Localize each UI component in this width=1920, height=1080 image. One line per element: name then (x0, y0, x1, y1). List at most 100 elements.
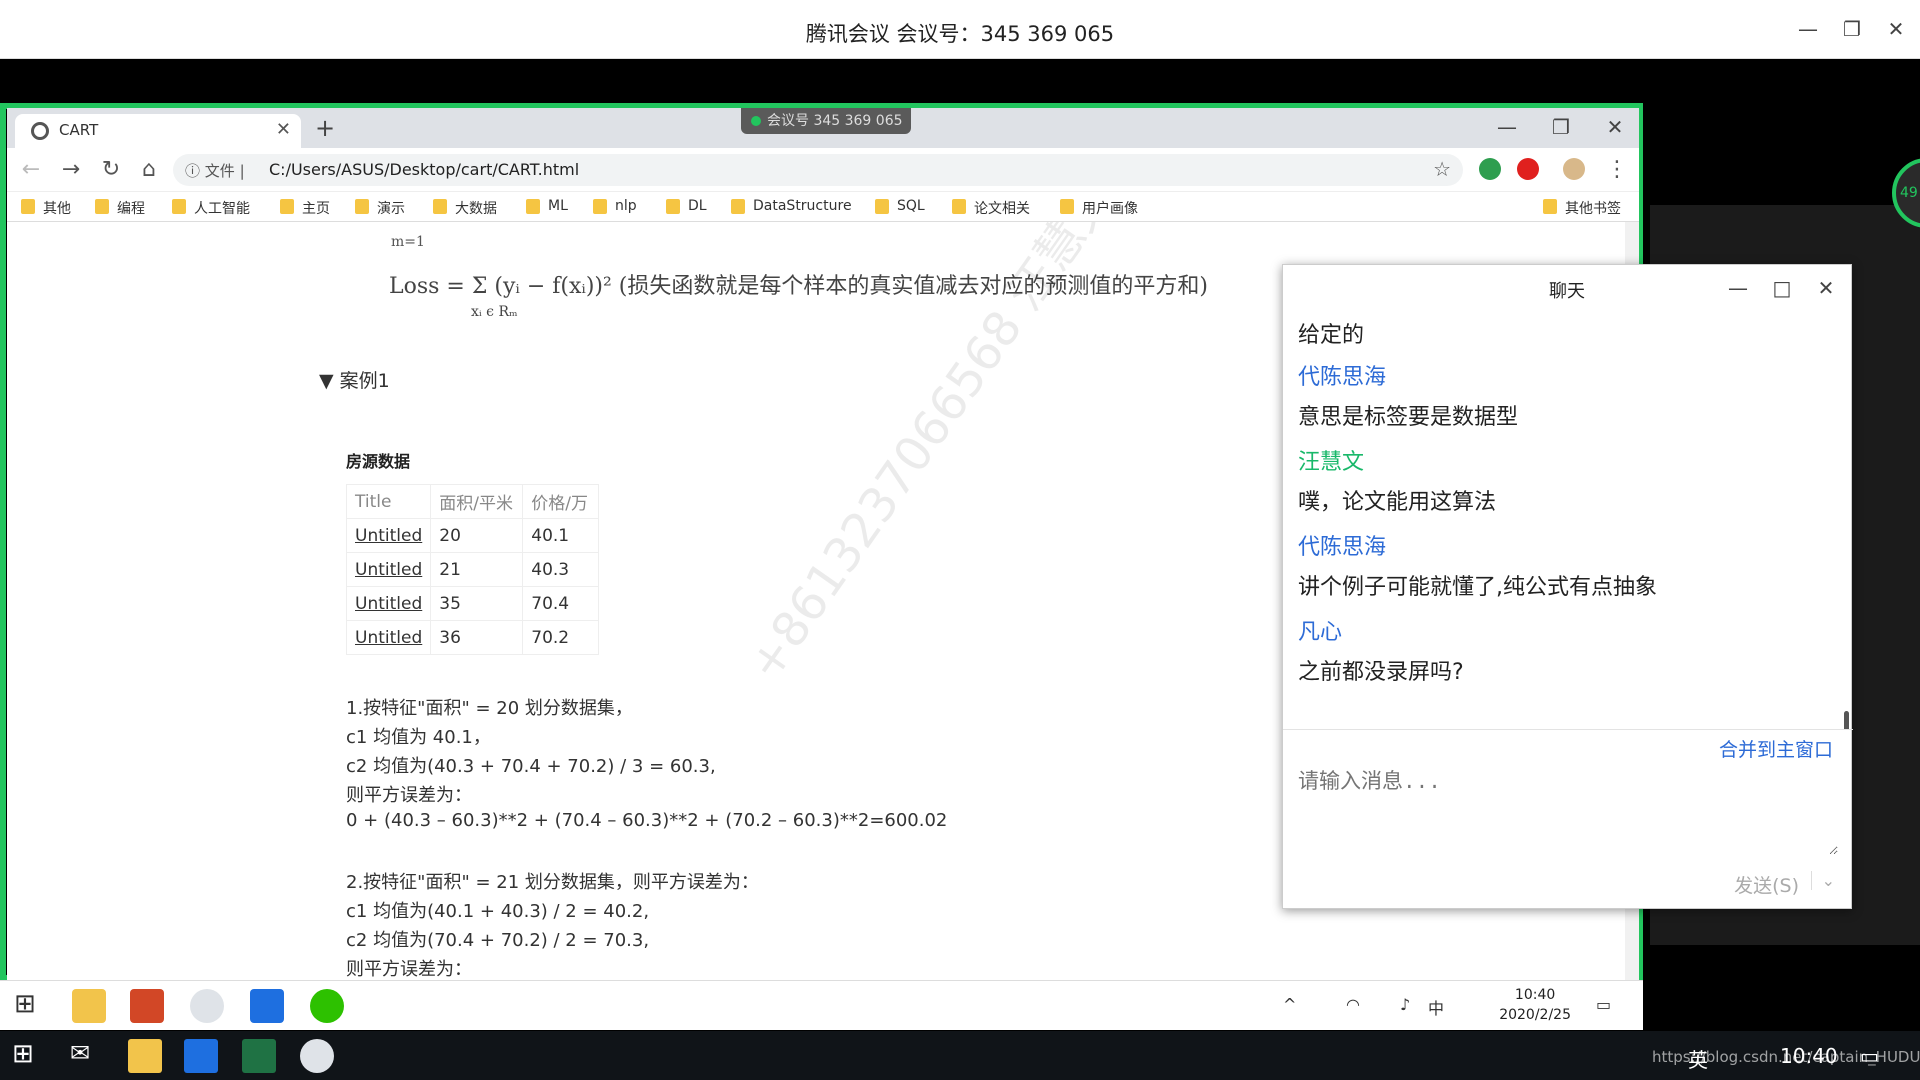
chat-sender: 凡心 (1298, 620, 1343, 645)
avatar[interactable] (1563, 158, 1585, 180)
chat-minimize-icon[interactable]: — (1723, 273, 1753, 303)
chat-close-icon[interactable]: ✕ (1811, 273, 1841, 303)
home-icon[interactable]: ⌂ (135, 156, 163, 184)
bookmark-item[interactable]: ML (526, 198, 568, 214)
meeting-title-bar: 腾讯会议 会议号：345 369 065 — ❐ ✕ (0, 0, 1920, 59)
mail-icon[interactable]: ✉ (70, 1039, 104, 1073)
minimize-icon[interactable]: — (1790, 14, 1826, 44)
column-header: 价格/万 (522, 484, 600, 519)
merge-to-main-link[interactable]: 合并到主窗口 (1719, 735, 1833, 762)
loss-formula-subscript: xᵢ ϵ Rₘ (471, 304, 518, 320)
bookmark-item[interactable]: 人工智能 (172, 198, 250, 218)
browser-minimize-icon[interactable]: — (1487, 112, 1527, 142)
triangle-down-icon: ▼ (319, 370, 334, 392)
chrome-icon[interactable] (300, 1039, 334, 1073)
volume-icon[interactable]: ♪ (1400, 995, 1410, 1014)
file-explorer-icon[interactable] (128, 1039, 162, 1073)
send-button[interactable]: 发送(S) (1734, 871, 1799, 898)
browser-close-icon[interactable]: ✕ (1595, 112, 1635, 142)
case-title: 案例1 (339, 370, 390, 392)
table-cell: 70.4 (522, 586, 600, 621)
browser-restore-icon[interactable]: ❐ (1541, 112, 1581, 142)
loss-formula: Loss = Σ (yᵢ − f(xᵢ))² (损失函数就是每个样本的真实值减去… (389, 268, 1208, 320)
row-title-link[interactable]: Untitled (345, 518, 432, 553)
calc-line: c2 均值为(70.4 + 70.2) / 2 = 70.3, (346, 930, 650, 951)
powerpoint-icon[interactable] (130, 989, 164, 1023)
calc-line: 2.按特征"面积" = 21 划分数据集，则平方误差为： (346, 872, 759, 893)
close-tab-icon[interactable]: ✕ (276, 119, 291, 140)
globe-icon (31, 122, 49, 140)
calc-line: 1.按特征"面积" = 20 划分数据集， (346, 698, 633, 719)
restore-icon[interactable]: ❐ (1834, 14, 1870, 44)
excel-icon[interactable] (242, 1039, 276, 1073)
formula-top-subscript: m=1 (391, 234, 425, 250)
calc-line: 则平方误差为： (346, 959, 472, 980)
address-bar[interactable]: ⓘ 文件 | C:/Users/ASUS/Desktop/cart/CART.h… (173, 154, 1463, 186)
bookmark-item[interactable]: 编程 (95, 198, 145, 218)
chat-window: 聊天 — □ ✕ 给定的 代陈思海 意思是标签要是数据型 汪慧文 噗，论文能用这… (1282, 264, 1853, 909)
chat-title: 聊天 (1549, 281, 1585, 302)
calc-line: 0 + (40.3 – 60.3)**2 + (70.4 – 60.3)**2 … (346, 810, 948, 831)
row-title-link[interactable]: Untitled (345, 620, 432, 655)
calc-line: 则平方误差为： (346, 785, 472, 806)
chat-message: 噗，论文能用这算法 (1298, 490, 1497, 515)
chat-sender: 汪慧文 (1298, 450, 1365, 475)
chrome-icon[interactable] (190, 989, 224, 1023)
table-row: Untitled 21 40.3 (345, 552, 600, 587)
row-title-link[interactable]: Untitled (345, 552, 432, 587)
bookmark-star-icon[interactable]: ☆ (1433, 157, 1451, 181)
evernote-icon[interactable] (1479, 158, 1501, 180)
bookmark-item[interactable]: 演示 (355, 198, 405, 218)
bookmark-item[interactable]: 用户画像 (1060, 198, 1138, 218)
windows-start-icon[interactable]: ⊞ (12, 1039, 46, 1073)
wechat-icon[interactable] (310, 989, 344, 1023)
back-icon[interactable]: ← (17, 156, 45, 184)
chat-sender: 代陈思海 (1298, 365, 1387, 390)
tencent-meeting-icon[interactable] (250, 989, 284, 1023)
tab-title: CART (59, 121, 99, 139)
table-row: Untitled 35 70.4 (345, 586, 600, 621)
tab-cart[interactable]: CART ✕ (15, 114, 301, 148)
bookmark-item[interactable]: nlp (593, 198, 637, 214)
windows-start-icon[interactable]: ⊞ (14, 989, 48, 1023)
adblock-icon[interactable] (1517, 158, 1539, 180)
bookmark-item[interactable]: 主页 (280, 198, 330, 218)
meeting-pill-label: 会议号 345 369 065 (767, 113, 903, 129)
calc-line: c1 均值为(40.1 + 40.3) / 2 = 40.2, (346, 901, 650, 922)
bookmark-item[interactable]: DL (666, 198, 707, 214)
chat-scrollbar[interactable] (1844, 711, 1849, 729)
wifi-icon[interactable]: ◠ (1346, 995, 1360, 1014)
file-explorer-icon[interactable] (72, 989, 106, 1023)
tencent-meeting-icon[interactable] (184, 1039, 218, 1073)
info-icon[interactable]: ⓘ 文件 | (185, 160, 245, 181)
windows-taskbar: ⊞ ✉ 英 10:40 ▭ (0, 1031, 1920, 1080)
bookmark-item[interactable]: SQL (875, 198, 925, 214)
chat-maximize-icon[interactable]: □ (1767, 273, 1797, 303)
reload-icon[interactable]: ↻ (97, 156, 125, 184)
url-scheme: 文件 (204, 162, 235, 180)
chat-input[interactable] (1298, 765, 1838, 855)
chevron-down-icon[interactable]: ⌄ (1810, 871, 1835, 890)
bookmark-item[interactable]: DataStructure (731, 198, 852, 214)
close-icon[interactable]: ✕ (1878, 14, 1914, 44)
meeting-pill[interactable]: 会议号 345 369 065 (741, 108, 911, 134)
case-toggle[interactable]: ▼ 案例1 (319, 366, 390, 393)
table-cell: 20 (430, 518, 524, 553)
bookmark-item[interactable]: 大数据 (433, 198, 497, 218)
shared-clock[interactable]: 10:40 2020/2/25 (1499, 985, 1571, 1025)
tray-chevron-icon[interactable]: ^ (1283, 995, 1296, 1014)
bookmark-item[interactable]: 论文相关 (952, 198, 1030, 218)
table-cell: 35 (430, 586, 524, 621)
menu-icon[interactable]: ⋮ (1603, 156, 1631, 184)
new-tab-button[interactable]: + (315, 114, 335, 142)
loss-formula-text: Loss = Σ (yᵢ − f(xᵢ))² (损失函数就是每个样本的真实值减去… (389, 274, 1208, 299)
tab-strip: CART ✕ + 会议号 345 369 065 — ❐ ✕ (7, 108, 1639, 148)
bookmark-item[interactable]: 其他 (21, 198, 71, 218)
other-bookmarks[interactable]: 其他书签 (1543, 198, 1621, 218)
notification-icon[interactable]: ▭ (1596, 995, 1611, 1014)
section-title: 房源数据 (346, 452, 411, 471)
forward-icon[interactable]: → (57, 156, 85, 184)
url-text[interactable]: C:/Users/ASUS/Desktop/cart/CART.html (269, 160, 579, 179)
row-title-link[interactable]: Untitled (345, 586, 432, 621)
ime-indicator[interactable]: 中 (1428, 995, 1444, 1019)
